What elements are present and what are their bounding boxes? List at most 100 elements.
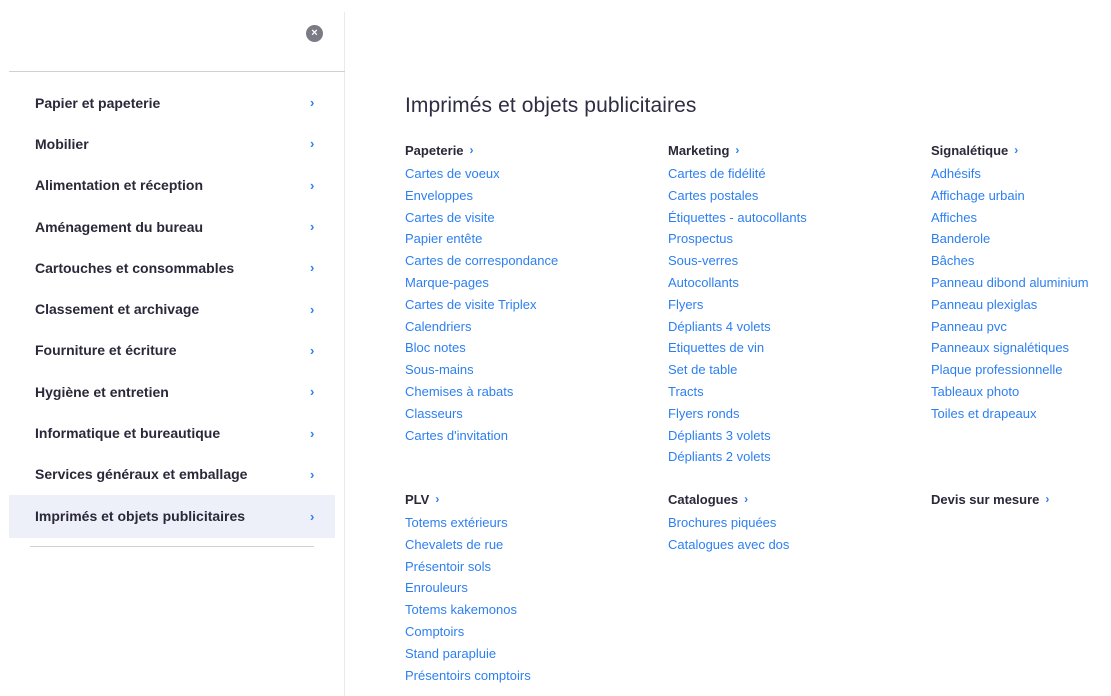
category-link[interactable]: Comptoirs (405, 621, 531, 643)
category-link[interactable]: Présentoirs comptoirs (405, 665, 531, 687)
sidebar-item-label: Alimentation et réception (35, 177, 204, 194)
category-link[interactable]: Sous-mains (405, 359, 558, 381)
category-link[interactable]: Panneau pvc (931, 316, 1089, 338)
sidebar-item-hygiene[interactable]: Hygiène et entretien › (9, 371, 335, 412)
sidebar-item-informatique[interactable]: Informatique et bureautique › (9, 412, 335, 453)
category-link[interactable]: Bloc notes (405, 337, 558, 359)
chevron-right-icon: › (1045, 492, 1050, 506)
category-link[interactable]: Flyers (668, 294, 807, 316)
chevron-right-icon: › (310, 301, 315, 317)
category-link[interactable]: Chevalets de rue (405, 534, 531, 556)
category-link[interactable]: Chemises à rabats (405, 381, 558, 403)
sidebar-item-services-generaux[interactable]: Services généraux et emballage › (9, 454, 335, 495)
category-link[interactable]: Enrouleurs (405, 577, 531, 599)
category-link[interactable]: Catalogues avec dos (668, 534, 789, 556)
sidebar-item-label: Fourniture et écriture (35, 342, 177, 359)
sidebar-item-imprimes[interactable]: Imprimés et objets publicitaires › (9, 494, 335, 538)
section-heading-link[interactable]: PLV › (405, 489, 531, 509)
sidebar-item-cartouches[interactable]: Cartouches et consommables › (9, 247, 335, 288)
sidebar-item-alimentation[interactable]: Alimentation et réception › (9, 165, 335, 206)
category-link[interactable]: Cartes de correspondance (405, 250, 558, 272)
link-list: Totems extérieurs Chevalets de rue Présent… (405, 512, 531, 686)
category-link[interactable]: Affiches (931, 207, 1089, 229)
sidebar-divider (344, 12, 345, 696)
category-link[interactable]: Cartes de fidélité (668, 163, 807, 185)
category-link[interactable]: Sous-verres (668, 250, 807, 272)
category-link[interactable]: Affichage urbain (931, 185, 1089, 207)
category-link[interactable]: Brochures piquées (668, 512, 789, 534)
section-marketing: Marketing › Cartes de fidélité Cartes post… (668, 140, 807, 468)
category-menu: Papier et papeterie › Mobilier › Alimentat… (9, 82, 335, 538)
sidebar-item-label: Services généraux et emballage (35, 466, 248, 483)
sidebar-item-amenagement[interactable]: Aménagement du bureau › (9, 206, 335, 247)
link-list: Cartes de voeux Enveloppes Cartes de visit… (405, 163, 558, 446)
category-link[interactable]: Panneaux signalétiques (931, 337, 1089, 359)
section-heading-link[interactable]: Devis sur mesure › (931, 489, 1049, 509)
category-link[interactable]: Prospectus (668, 228, 807, 250)
category-link[interactable]: Dépliants 4 volets (668, 316, 807, 338)
category-link[interactable]: Totems extérieurs (405, 512, 531, 534)
category-link[interactable]: Autocollants (668, 272, 807, 294)
category-link[interactable]: Cartes de visite (405, 207, 558, 229)
chevron-right-icon: › (310, 95, 315, 111)
category-link[interactable]: Tracts (668, 381, 807, 403)
sidebar-item-classement[interactable]: Classement et archivage › (9, 288, 335, 329)
category-link[interactable]: Plaque professionnelle (931, 359, 1089, 381)
sidebar-item-label: Classement et archivage (35, 301, 200, 318)
section-catalogues: Catalogues › Brochures piquées Catalogues … (668, 489, 789, 556)
category-link[interactable]: Totems kakemonos (405, 599, 531, 621)
category-link[interactable]: Toiles et drapeaux (931, 403, 1089, 425)
section-heading-link[interactable]: Signalétique › (931, 140, 1089, 160)
section-papeterie: Papeterie › Cartes de voeux Enveloppes Cart… (405, 140, 558, 446)
sidebar: × Papier et papeterie › Mobilier › Aliment… (0, 0, 345, 696)
category-link[interactable]: Bâches (931, 250, 1089, 272)
chevron-right-icon: › (310, 260, 315, 276)
chevron-right-icon: › (310, 384, 315, 400)
category-link[interactable]: Dépliants 2 volets (668, 446, 807, 468)
section-heading-link[interactable]: Papeterie › (405, 140, 558, 160)
category-link[interactable]: Cartes de voeux (405, 163, 558, 185)
category-link[interactable]: Flyers ronds (668, 403, 807, 425)
link-list: Adhésifs Affichage urbain Affiches Banderol… (931, 163, 1089, 425)
category-link[interactable]: Panneau dibond aluminium (931, 272, 1089, 294)
category-link[interactable]: Stand parapluie (405, 643, 531, 665)
sidebar-item-fourniture[interactable]: Fourniture et écriture › (9, 330, 335, 371)
section-plv: PLV › Totems extérieurs Chevalets de rue Pr… (405, 489, 531, 686)
section-title: Papeterie (405, 142, 464, 158)
chevron-right-icon: › (310, 342, 315, 358)
category-link[interactable]: Cartes de visite Triplex (405, 294, 558, 316)
chevron-right-icon: › (310, 425, 315, 441)
sidebar-item-papier-et-papeterie[interactable]: Papier et papeterie › (9, 82, 335, 123)
category-link[interactable]: Présentoir sols (405, 556, 531, 578)
chevron-right-icon: › (469, 143, 474, 157)
category-link[interactable]: Cartes d'invitation (405, 425, 558, 447)
close-icon[interactable]: × (306, 25, 323, 42)
section-signaletique: Signalétique › Adhésifs Affichage urbain Af… (931, 140, 1089, 425)
category-link[interactable]: Calendriers (405, 316, 558, 338)
sidebar-item-mobilier[interactable]: Mobilier › (9, 123, 335, 164)
divider (30, 546, 314, 547)
category-link[interactable]: Set de table (668, 359, 807, 381)
category-link[interactable]: Étiquettes - autocollants (668, 207, 807, 229)
section-title: Catalogues (668, 491, 739, 507)
category-link[interactable]: Marque-pages (405, 272, 558, 294)
divider (9, 71, 345, 72)
category-link[interactable]: Adhésifs (931, 163, 1089, 185)
category-link[interactable]: Cartes postales (668, 185, 807, 207)
category-link[interactable]: Classeurs (405, 403, 558, 425)
sidebar-item-label: Hygiène et entretien (35, 383, 169, 400)
category-link[interactable]: Dépliants 3 volets (668, 425, 807, 447)
category-link[interactable]: Etiquettes de vin (668, 337, 807, 359)
chevron-right-icon: › (744, 492, 749, 506)
section-heading-link[interactable]: Catalogues › (668, 489, 789, 509)
category-link[interactable]: Enveloppes (405, 185, 558, 207)
section-heading-link[interactable]: Marketing › (668, 140, 807, 160)
category-link[interactable]: Panneau plexiglas (931, 294, 1089, 316)
page-title: Imprimés et objets publicitaires (405, 94, 697, 117)
chevron-right-icon: › (1014, 143, 1019, 157)
category-link[interactable]: Tableaux photo (931, 381, 1089, 403)
chevron-right-icon: › (310, 466, 315, 482)
category-link[interactable]: Papier entête (405, 228, 558, 250)
chevron-right-icon: › (435, 492, 440, 506)
category-link[interactable]: Banderole (931, 228, 1089, 250)
